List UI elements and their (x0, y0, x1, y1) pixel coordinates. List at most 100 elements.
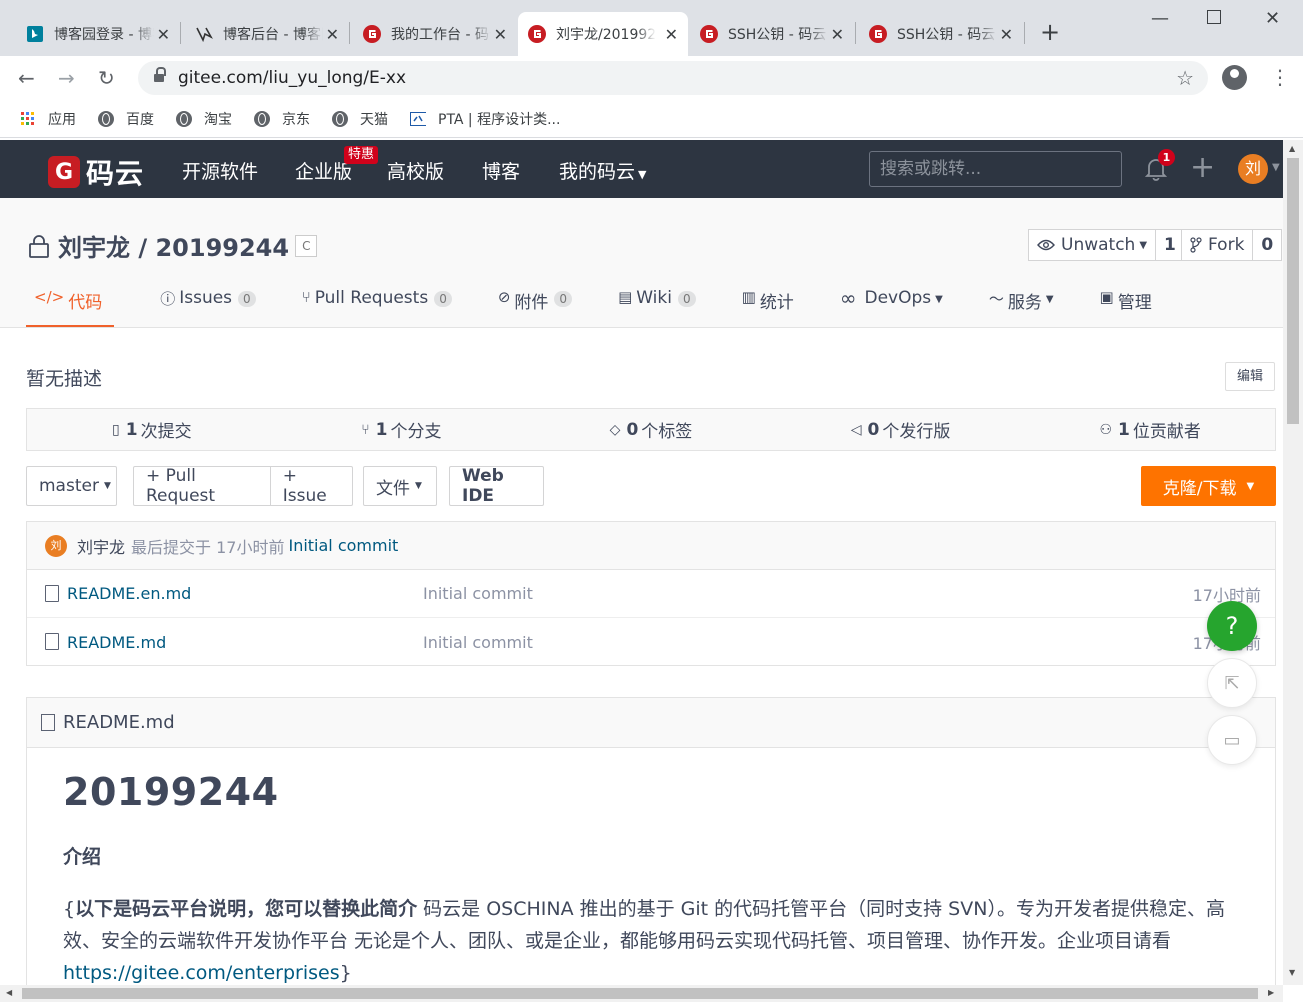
file-row[interactable]: README.md Initial commit 17小时前 (27, 618, 1275, 666)
back-arrow-icon[interactable]: ← (18, 66, 35, 90)
commit-author[interactable]: 刘宇龙 (77, 534, 125, 558)
caret-down-icon[interactable]: ▼ (1272, 162, 1280, 173)
enterprises-link[interactable]: https://gitee.com/enterprises (63, 962, 340, 984)
browser-menu-icon[interactable]: ⋮ (1270, 64, 1290, 90)
site-search-input[interactable]: 搜索或跳转... (869, 151, 1122, 187)
files-dropdown[interactable]: 文件 ▼ (363, 466, 437, 506)
tab-statistics[interactable]: ▥ 统计 (742, 286, 794, 327)
close-icon[interactable]: ✕ (157, 25, 170, 44)
vertical-scrollbar[interactable]: ▲ ▼ (1283, 140, 1303, 985)
fork-button[interactable]: Fork 0 (1181, 229, 1283, 261)
create-plus-icon[interactable]: + (1190, 150, 1215, 186)
scrollbar-thumb[interactable] (22, 988, 1258, 999)
browser-tab[interactable]: 博客后台 - 博客园 ✕ (185, 12, 349, 56)
bookmark-label: 应用 (48, 111, 76, 128)
share-button[interactable]: ⇱ (1207, 658, 1257, 708)
caret-down-icon: ▼ (1045, 294, 1054, 305)
horizontal-scrollbar[interactable]: ◀ ▶ (0, 985, 1283, 1002)
file-name-link[interactable]: README.en.md (67, 584, 191, 603)
repo-name[interactable]: 刘宇龙 / 20199244 (58, 228, 289, 263)
repo-tabs: </> 代码 ⓘ Issues 0 ⑂ Pull Requests 0 ⊘ 附件 0 ▤ Wik… (26, 286, 1198, 327)
code-icon: </> (34, 288, 65, 306)
web-ide-button[interactable]: Web IDE (449, 466, 544, 506)
url-input[interactable]: gitee.com/liu_yu_long/E-xx ☆ (138, 61, 1208, 95)
feedback-button[interactable]: ▭ (1207, 715, 1257, 765)
window-close-icon[interactable]: ✕ (1265, 8, 1280, 29)
new-tab-icon[interactable]: + (1040, 19, 1060, 45)
scroll-right-icon[interactable]: ▶ (1268, 988, 1274, 997)
fork-count[interactable]: 0 (1252, 230, 1281, 260)
close-icon[interactable]: ✕ (1000, 25, 1013, 44)
tab-wiki[interactable]: ▤ Wiki 0 (618, 286, 696, 327)
tab-services[interactable]: 〜服务 ▼ (989, 286, 1054, 327)
watch-count[interactable]: 1 (1155, 230, 1184, 260)
tab-pull-requests[interactable]: ⑂ Pull Requests 0 (302, 286, 452, 327)
tab-separator (1024, 22, 1025, 44)
private-lock-icon (29, 234, 49, 258)
bookmark-pta[interactable]: PTA | 程序设计类... (410, 109, 560, 129)
repo-stats-bar: ▯ 1 次提交 ⑂ 1 个分支 ◇ 0 个标签 ◁ 0 个发行版 ⚇ 1 位贡献者 (26, 408, 1276, 451)
stat-contributors[interactable]: ⚇ 1 位贡献者 (1025, 417, 1275, 443)
nav-education[interactable]: 高校版 (387, 157, 444, 184)
nav-blog[interactable]: 博客 (482, 157, 520, 184)
browser-tab[interactable]: SSH公钥 - 码云 ✕ (859, 12, 1023, 56)
forward-arrow-icon[interactable]: → (58, 66, 75, 90)
bookmark-jd[interactable]: 京东 (254, 109, 310, 129)
reload-icon[interactable]: ↻ (98, 66, 115, 90)
gitee-logo[interactable]: G 码云 (48, 152, 144, 192)
close-icon[interactable]: ✕ (326, 25, 339, 44)
tab-manage[interactable]: ▣ 管理 (1100, 286, 1152, 327)
pull-request-icon: ⑂ (301, 288, 311, 306)
commit-message-link[interactable]: Initial commit (288, 536, 398, 555)
browser-tab[interactable]: SSH公钥 - 码云 ✕ (690, 12, 854, 56)
bookmark-taobao[interactable]: 淘宝 (176, 109, 232, 129)
clone-download-button[interactable]: 克隆/下载 ▼ (1141, 466, 1276, 506)
file-name-link[interactable]: README.md (67, 633, 166, 652)
close-icon[interactable]: ✕ (494, 25, 507, 44)
browser-tab-active[interactable]: 刘宇龙/20199244 ✕ (518, 12, 688, 56)
new-issue-button[interactable]: + Issue (269, 466, 352, 506)
bookmark-star-icon[interactable]: ☆ (1176, 66, 1194, 90)
browser-tab[interactable]: 我的工作台 - 码云 ✕ (353, 12, 517, 56)
tab-separator (180, 22, 181, 44)
bookmark-tmall[interactable]: 天猫 (332, 109, 388, 129)
bookmark-label: 百度 (126, 111, 154, 128)
tab-attachments[interactable]: ⊘ 附件 0 (498, 286, 573, 327)
browser-tab[interactable]: 博客园登录 - 博客园 ✕ (16, 12, 180, 56)
file-row[interactable]: README.en.md Initial commit 17小时前 (27, 570, 1275, 618)
scroll-up-icon[interactable]: ▲ (1289, 144, 1295, 153)
tab-label: Wiki (636, 288, 672, 308)
bookmark-baidu[interactable]: 百度 (98, 109, 154, 129)
tab-devops[interactable]: ∞ DevOps ▼ (840, 286, 943, 327)
stat-releases[interactable]: ◁ 0 个发行版 (776, 417, 1026, 443)
edit-description-button[interactable]: 编辑 (1225, 362, 1275, 391)
scroll-left-icon[interactable]: ◀ (6, 988, 12, 997)
nav-my-gitee[interactable]: 我的码云 ▼ (559, 157, 646, 184)
tab-label: 博客后台 - 博客园 (223, 27, 323, 43)
tab-issues[interactable]: ⓘ Issues 0 (160, 286, 256, 327)
watch-label: Unwatch (1061, 235, 1136, 255)
bookmark-apps[interactable]: 应用 (20, 109, 76, 129)
stat-label: 个分支 (390, 422, 442, 442)
file-commit-message[interactable]: Initial commit (423, 633, 533, 652)
maximize-icon[interactable] (1207, 10, 1221, 24)
bold-text: 以下是码云平台说明，您可以替换此简介 (75, 898, 418, 920)
stat-branches[interactable]: ⑂ 1 个分支 (277, 417, 527, 443)
branch-select[interactable]: master ▼ (26, 466, 117, 506)
scrollbar-thumb[interactable] (1287, 158, 1299, 424)
stat-tags[interactable]: ◇ 0 个标签 (526, 417, 776, 443)
close-icon[interactable]: ✕ (831, 25, 844, 44)
close-icon[interactable]: ✕ (665, 25, 678, 44)
minimize-icon[interactable]: — (1151, 8, 1169, 29)
nav-open-source[interactable]: 开源软件 (182, 157, 258, 184)
avatar[interactable]: 刘 (45, 534, 67, 557)
watch-button[interactable]: Unwatch ▼ 1 (1028, 229, 1185, 261)
tab-code[interactable]: </> 代码 (26, 286, 115, 327)
profile-icon[interactable] (1222, 65, 1247, 90)
help-button[interactable]: ? (1207, 601, 1257, 651)
new-pull-request-button[interactable]: + Pull Request (134, 466, 270, 506)
stat-commits[interactable]: ▯ 1 次提交 (27, 417, 277, 443)
user-avatar[interactable]: 刘 (1238, 154, 1268, 184)
scroll-down-icon[interactable]: ▼ (1289, 968, 1295, 977)
file-commit-message[interactable]: Initial commit (423, 584, 533, 603)
